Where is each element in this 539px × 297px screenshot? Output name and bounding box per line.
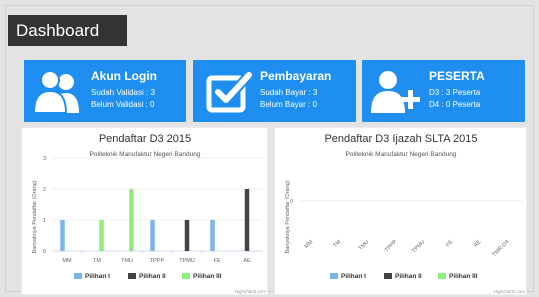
bar-pilihan-ii-ae xyxy=(244,189,250,251)
legend-swatch xyxy=(438,273,446,279)
bar-pilihan-iii-tmu xyxy=(129,189,134,251)
card-line-d3: D3 : 3 Peserta xyxy=(429,88,481,97)
x-tick-label: TM xyxy=(333,239,343,249)
y-axis-label: Banyaknya Pendaftar (Orang) xyxy=(285,180,291,253)
x-tick-label: TMU xyxy=(121,258,133,264)
x-tick-label: TPPP xyxy=(150,258,165,264)
legend-swatch xyxy=(128,273,136,279)
legend-swatch xyxy=(384,273,392,279)
bar-pilihan-i-fe xyxy=(210,220,215,251)
card-line-belum-validasi: Belum Validasi : 0 xyxy=(91,100,155,109)
bar-pilihan-i-mm xyxy=(60,220,65,251)
legend-item[interactable]: Pilihan III xyxy=(449,273,478,280)
y-tick-label: 3 xyxy=(43,156,46,162)
legend-swatch xyxy=(330,273,338,279)
card-line-belum-bayar: Belum Bayar : 0 xyxy=(260,100,317,109)
chart-credit[interactable]: Highcharts.com xyxy=(235,289,267,294)
card-title: Akun Login xyxy=(91,69,157,83)
x-tick-label: MM xyxy=(62,258,72,264)
bar-pilihan-i-tppp xyxy=(150,220,155,251)
chart-panel-d3: Pendaftar D3 2015 Politeknik Manufaktur … xyxy=(21,127,268,295)
legend-swatch xyxy=(182,273,190,279)
chart-title: Pendaftar D3 Ijazah SLTA 2015 xyxy=(324,133,477,145)
users-icon xyxy=(32,70,79,114)
chart-panel-slta: Pendaftar D3 Ijazah SLTA 2015 Politeknik… xyxy=(274,127,527,295)
legend-item[interactable]: Pilihan II xyxy=(395,273,422,280)
card-title: PESERTA xyxy=(429,69,485,83)
card-peserta[interactable]: PESERTA D3 : 3 Peserta D4 : 0 Peserta xyxy=(362,60,525,122)
card-pembayaran[interactable]: Pembayaran Sudah Bayar : 3 Belum Bayar :… xyxy=(193,60,356,122)
card-line-d4: D4 : 0 Peserta xyxy=(429,100,481,109)
bar-pilihan-iii-tm xyxy=(99,220,104,251)
card-title: Pembayaran xyxy=(260,69,332,83)
x-tick-label: TMR-D4 xyxy=(491,239,510,258)
y-tick-label: 1 xyxy=(43,218,46,224)
y-tick-label: 0 xyxy=(290,199,293,205)
x-tick-label: FE xyxy=(213,258,220,264)
card-akun-login[interactable]: Akun Login Sudah Validasi : 3 Belum Vali… xyxy=(24,60,186,122)
x-tick-label: TMU xyxy=(358,239,371,252)
x-tick-label: MM xyxy=(304,239,315,250)
bar-pilihan-ii-tpmu xyxy=(184,220,190,251)
legend-swatch xyxy=(74,273,82,279)
x-tick-label: AE xyxy=(473,239,483,249)
add-user-icon xyxy=(371,71,420,113)
x-tick-label: AE xyxy=(243,258,251,264)
chart-title: Pendaftar D3 2015 xyxy=(99,133,191,145)
y-tick-label: 0 xyxy=(43,249,46,255)
chart-slta: Pendaftar D3 Ijazah SLTA 2015 Politeknik… xyxy=(285,133,526,294)
legend-item[interactable]: Pilihan III xyxy=(193,273,222,280)
x-tick-label: TPMU xyxy=(179,258,195,264)
chart-d3: Pendaftar D3 2015 Politeknik Manufaktur … xyxy=(32,133,267,294)
card-line-validasi: Sudah Validasi : 3 xyxy=(91,88,155,97)
legend-item[interactable]: Pilihan I xyxy=(341,273,366,280)
legend-item[interactable]: Pilihan I xyxy=(85,273,110,280)
card-line-sudah-bayar: Sudah Bayar : 3 xyxy=(260,88,318,97)
y-axis-label: Banyaknya Pendaftar (Orang) xyxy=(32,180,38,253)
chart-subtitle: Politeknik Manufaktur Negeri Bandung xyxy=(90,151,201,158)
y-tick-label: 2 xyxy=(43,187,46,193)
chart-credit[interactable]: Highcharts.com xyxy=(494,289,526,294)
x-tick-label: TPPP xyxy=(384,239,399,254)
checkbox-icon xyxy=(206,70,254,113)
x-tick-label: TM xyxy=(93,258,101,264)
x-tick-label: FE xyxy=(445,239,454,248)
chart-subtitle: Politeknik Manufaktur Negeri Bandung xyxy=(346,151,457,158)
x-tick-label: TPMU xyxy=(411,239,426,254)
page-title: Dashboard xyxy=(8,15,127,46)
legend-item[interactable]: Pilihan II xyxy=(139,273,166,280)
